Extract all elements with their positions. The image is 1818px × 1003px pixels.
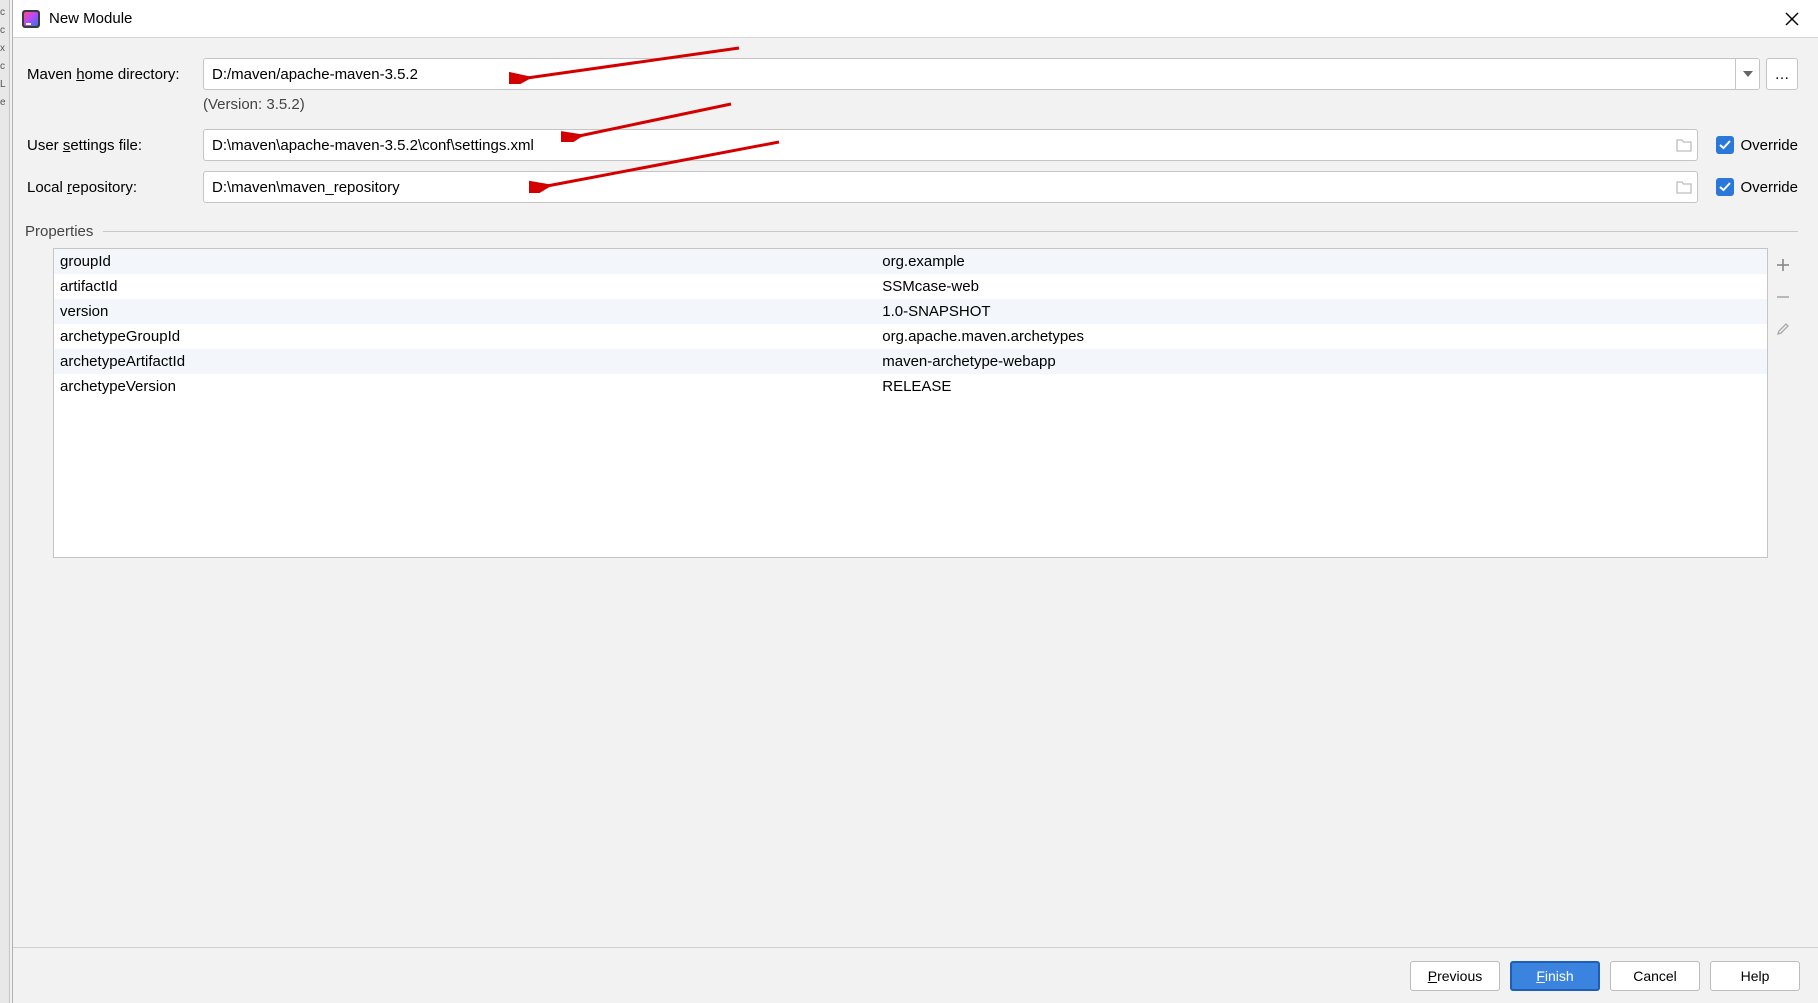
local-repo-field[interactable]: [203, 171, 1698, 203]
override-label: Override: [1740, 179, 1798, 196]
table-row[interactable]: groupIdorg.example: [54, 249, 1767, 274]
separator: [103, 231, 1798, 232]
property-key: archetypeVersion: [54, 378, 876, 395]
help-button[interactable]: Help: [1710, 961, 1800, 991]
folder-icon[interactable]: [1671, 130, 1697, 160]
chevron-down-icon[interactable]: [1735, 59, 1759, 89]
property-value: org.example: [876, 253, 1767, 270]
property-key: artifactId: [54, 278, 876, 295]
property-key: archetypeArtifactId: [54, 353, 876, 370]
close-icon[interactable]: [1778, 5, 1806, 33]
plus-icon[interactable]: [1772, 254, 1794, 276]
pencil-icon[interactable]: [1772, 318, 1794, 340]
property-value: RELEASE: [876, 378, 1767, 395]
checkbox-checked-icon: [1716, 136, 1734, 154]
settings-file-label: User settings file:: [25, 137, 203, 154]
titlebar: New Module: [13, 0, 1818, 38]
intellij-icon: [21, 9, 41, 29]
properties-label: Properties: [25, 223, 93, 240]
property-value: 1.0-SNAPSHOT: [876, 303, 1767, 320]
table-row[interactable]: archetypeVersionRELEASE: [54, 374, 1767, 399]
override-repo-checkbox[interactable]: Override: [1716, 178, 1798, 196]
property-value: org.apache.maven.archetypes: [876, 328, 1767, 345]
finish-button[interactable]: Finish: [1510, 961, 1600, 991]
settings-file-field[interactable]: [203, 129, 1698, 161]
window-title: New Module: [49, 10, 1778, 27]
properties-toolbar: [1768, 248, 1798, 558]
partial-sidebar: ccxcLe: [0, 0, 10, 1003]
checkbox-checked-icon: [1716, 178, 1734, 196]
content-area: Maven home directory: … (Version: 3.5.2)…: [13, 38, 1818, 558]
settings-file-row: User settings file: Override: [25, 129, 1798, 161]
property-value: SSMcase-web: [876, 278, 1767, 295]
table-row[interactable]: archetypeArtifactIdmaven-archetype-webap…: [54, 349, 1767, 374]
properties-table[interactable]: groupIdorg.exampleartifactIdSSMcase-webv…: [53, 248, 1768, 558]
override-label: Override: [1740, 137, 1798, 154]
property-key: version: [54, 303, 876, 320]
table-row[interactable]: artifactIdSSMcase-web: [54, 274, 1767, 299]
properties-section: groupIdorg.exampleartifactIdSSMcase-webv…: [53, 248, 1798, 558]
local-repo-input[interactable]: [204, 179, 1671, 196]
new-module-dialog: New Module Maven home directory: … (Vers…: [12, 0, 1818, 1003]
table-row[interactable]: archetypeGroupIdorg.apache.maven.archety…: [54, 324, 1767, 349]
maven-home-label: Maven home directory:: [25, 66, 203, 83]
table-row[interactable]: version1.0-SNAPSHOT: [54, 299, 1767, 324]
cancel-button[interactable]: Cancel: [1610, 961, 1700, 991]
maven-home-row: Maven home directory: …: [25, 58, 1798, 90]
maven-home-input[interactable]: [204, 59, 1735, 89]
minus-icon[interactable]: [1772, 286, 1794, 308]
properties-header: Properties: [25, 223, 1798, 240]
maven-home-combo[interactable]: [203, 58, 1760, 90]
settings-file-input[interactable]: [204, 137, 1671, 154]
override-settings-checkbox[interactable]: Override: [1716, 136, 1798, 154]
property-key: groupId: [54, 253, 876, 270]
local-repo-row: Local repository: Override: [25, 171, 1798, 203]
browse-button[interactable]: …: [1766, 58, 1798, 90]
property-key: archetypeGroupId: [54, 328, 876, 345]
button-bar: Previous Finish Cancel Help: [13, 947, 1818, 1003]
local-repo-label: Local repository:: [25, 179, 203, 196]
previous-button[interactable]: Previous: [1410, 961, 1500, 991]
folder-icon[interactable]: [1671, 172, 1697, 202]
maven-version-text: (Version: 3.5.2): [203, 96, 1798, 113]
property-value: maven-archetype-webapp: [876, 353, 1767, 370]
